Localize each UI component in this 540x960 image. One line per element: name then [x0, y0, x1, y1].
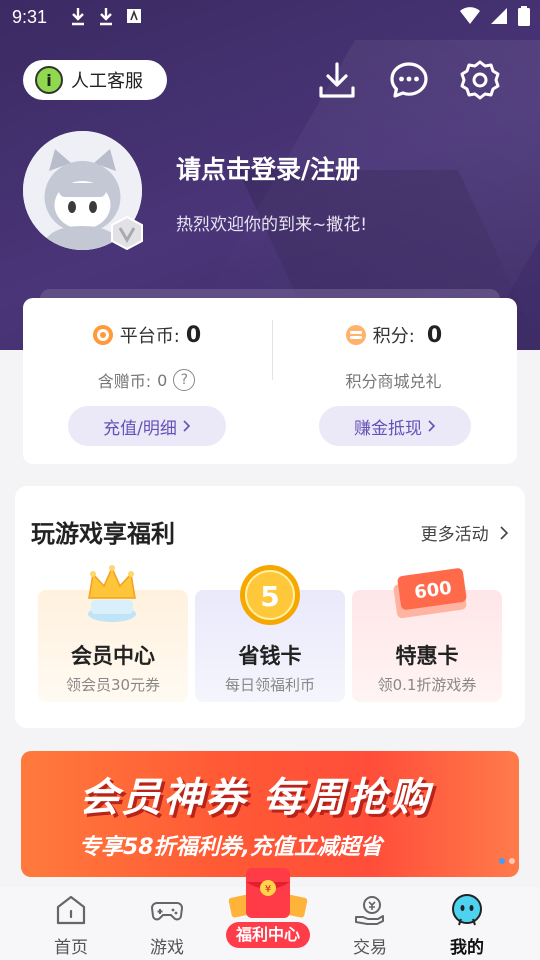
more-activities-label: 更多活动 — [420, 525, 489, 545]
download-icon[interactable] — [317, 60, 357, 100]
chevron-right-icon — [500, 526, 509, 540]
earn-cash-label: 赚金抵现 — [354, 418, 422, 439]
carousel-dot — [509, 858, 515, 864]
customer-service-button[interactable]: i 人工客服 — [23, 60, 167, 100]
points-mall-link[interactable]: 积分商城兑礼 — [345, 368, 441, 392]
banner-subline: 专享58折福利券,充值立减超省 — [79, 835, 382, 860]
nav-games-label: 游戏 — [150, 938, 184, 958]
nav-home-label: 首页 — [54, 938, 88, 958]
carousel-dot-active — [499, 858, 505, 864]
trade-icon — [355, 896, 384, 925]
info-icon: i — [35, 66, 63, 94]
gift-coin-label: 含赠币: — [97, 372, 152, 391]
points-value: 0 — [426, 322, 443, 348]
nav-home[interactable]: 首页 — [17, 887, 125, 960]
svg-text:¥: ¥ — [265, 884, 271, 895]
red-envelope-icon: ¥ — [228, 868, 308, 918]
coin-five-text: 5 — [260, 580, 279, 613]
vip-badge-icon — [111, 216, 143, 250]
welcome-text: 热烈欢迎你的到来~撒花! — [176, 215, 368, 235]
promo-banner[interactable]: 会员神券 每周抢购 专享58折福利券,充值立减超省 — [21, 751, 519, 877]
discount-card-desc: 领0.1折游戏券 — [377, 676, 477, 694]
login-register-link[interactable]: 请点击登录/注册 — [176, 150, 360, 186]
coupon-ticket-icon: 600 — [393, 568, 467, 619]
wallet-card: 平台币: 0 含赠币: 0 ? 充值/明细 积分: 0 积分商城兑礼 赚金抵现 — [23, 298, 517, 464]
battery-icon — [518, 6, 530, 26]
chevron-right-icon — [183, 420, 190, 432]
platform-coin-label: 平台币: — [119, 326, 180, 347]
savings-card-desc: 每日领福利币 — [224, 676, 315, 694]
coin-five-icon: 5 — [240, 565, 300, 625]
benefits-section: 玩游戏享福利 更多活动 会员中心 领会员30元券 省钱卡 每日领福利币 特惠卡 … — [15, 486, 525, 728]
platform-coin-value: 0 — [185, 322, 202, 348]
message-icon[interactable] — [389, 60, 429, 100]
nav-trade-label: 交易 — [353, 938, 387, 958]
profile-face-icon — [452, 894, 482, 926]
customer-service-label: 人工客服 — [71, 71, 143, 92]
gamepad-icon — [150, 902, 184, 921]
savings-card-title: 省钱卡 — [238, 644, 302, 668]
chevron-right-icon — [428, 420, 436, 432]
gift-coin-value: 0 — [157, 370, 168, 390]
nav-mine-label: 我的 — [450, 938, 484, 958]
nav-welfare-label: 福利中心 — [226, 922, 310, 948]
nav-mine[interactable]: 我的 — [413, 887, 521, 960]
recharge-details-label: 充值/明细 — [103, 418, 177, 439]
download-notification-icon — [100, 8, 112, 26]
settings-gear-icon[interactable] — [460, 60, 500, 100]
platform-coin-section: 平台币: 0 含赠币: 0 ? 充值/明细 — [23, 298, 270, 464]
status-time: 9:31 — [12, 7, 48, 27]
help-icon[interactable]: ? — [173, 369, 196, 391]
discount-card-title: 特惠卡 — [395, 644, 459, 668]
points-icon — [345, 325, 366, 345]
download-notification-icon — [72, 8, 84, 26]
home-icon — [56, 895, 86, 925]
platform-coin-icon — [92, 325, 113, 345]
benefits-title: 玩游戏享福利 — [31, 520, 175, 548]
banner-headline: 会员神券 每周抢购 — [79, 775, 431, 821]
nav-games[interactable]: 游戏 — [113, 887, 221, 960]
recharge-details-button[interactable]: 充值/明细 — [68, 406, 226, 446]
member-center-desc: 领会员30元券 — [65, 676, 161, 694]
status-bar: 9:31 — [0, 0, 540, 36]
crown-icon — [88, 565, 136, 622]
member-center-title: 会员中心 — [71, 644, 155, 668]
nav-trade[interactable]: 交易 — [316, 887, 424, 960]
signal-icon — [491, 8, 507, 24]
points-section: 积分: 0 积分商城兑礼 赚金抵现 — [270, 298, 517, 464]
wifi-icon — [460, 7, 480, 24]
earn-cash-button[interactable]: 赚金抵现 — [319, 406, 471, 446]
app-notification-icon — [127, 9, 141, 23]
nav-welfare-center[interactable]: ¥ 福利中心 — [222, 860, 314, 952]
more-activities-link[interactable]: 更多活动 — [421, 520, 509, 545]
points-label: 积分: — [372, 326, 415, 347]
